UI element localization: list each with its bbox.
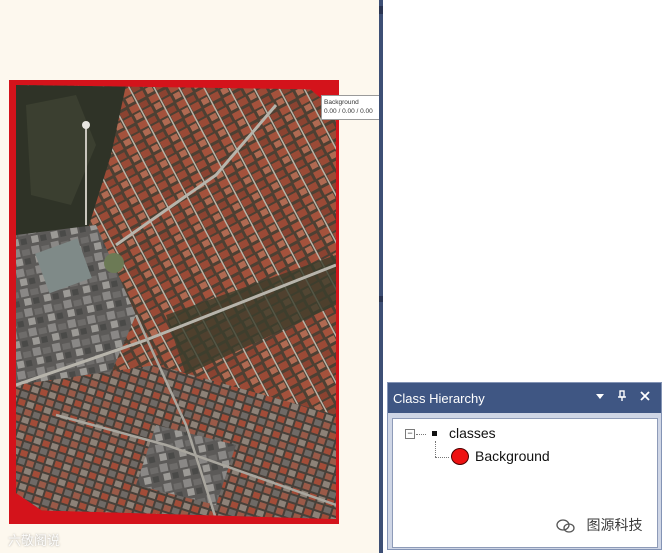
tooltip-class-name: Background <box>324 99 359 106</box>
aerial-photo-graphic <box>16 85 336 519</box>
watermark-right-text: 图源科技 <box>586 518 643 534</box>
tree-connector-vertical <box>435 441 436 457</box>
watermark-left: 六敬阁说 <box>8 534 61 549</box>
tree-root-label[interactable]: classes <box>449 425 496 441</box>
tree-connector-child <box>435 457 449 458</box>
tree-connector <box>416 434 426 435</box>
close-icon[interactable] <box>636 389 654 407</box>
classified-image-frame[interactable] <box>9 80 339 524</box>
tree-root-node-icon <box>432 431 437 436</box>
tree-collapse-toggle[interactable]: − <box>405 429 415 439</box>
class-item-background[interactable]: Background <box>475 448 550 464</box>
pixel-info-tooltip: Background 0.00 / 0.00 / 0.00 <box>321 95 381 120</box>
wechat-icon <box>556 519 575 533</box>
image-viewer[interactable]: Background 0.00 / 0.00 / 0.00 六敬阁说 <box>0 0 381 553</box>
panel-titlebar[interactable]: Class Hierarchy <box>388 383 661 413</box>
tooltip-values: 0.00 / 0.00 / 0.00 <box>324 108 373 115</box>
class-color-icon[interactable] <box>451 448 469 465</box>
pin-icon[interactable] <box>613 389 631 407</box>
panel-title: Class Hierarchy <box>393 391 485 406</box>
dropdown-arrow-icon[interactable] <box>591 389 609 407</box>
watermark-right: 图源科技 <box>556 515 642 535</box>
aerial-image[interactable] <box>16 85 336 519</box>
